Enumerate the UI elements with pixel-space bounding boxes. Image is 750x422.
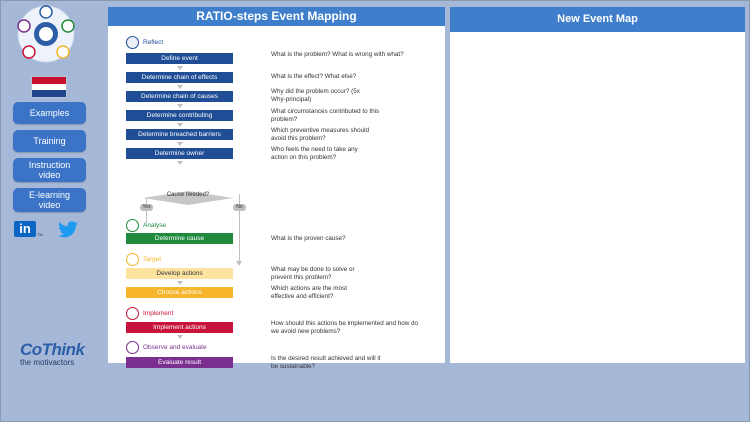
question-choose-actions: Which actions are the most effective and… <box>271 285 347 300</box>
flag-stripe-white <box>32 83 66 91</box>
target-label: Target <box>143 256 162 263</box>
section-implement: Implement <box>126 307 173 320</box>
flow-arrow <box>177 104 183 108</box>
training-button[interactable]: Training <box>13 130 86 152</box>
reflect-icon <box>126 36 139 49</box>
step-chain-of-causes[interactable]: Determine chain of causes <box>126 91 233 102</box>
decision-yes: Yes <box>140 204 153 211</box>
linkedin-tm: TM <box>37 232 43 237</box>
flow-arrow <box>177 142 183 146</box>
question-breached-barriers: Which preventive measures should avoid t… <box>271 127 369 142</box>
event-mapping-panel: RATIO-steps Event Mapping Reflect Define… <box>108 7 445 370</box>
new-event-map-title: New Event Map <box>450 7 745 32</box>
section-target: Target <box>126 253 161 266</box>
step-chain-of-effects[interactable]: Determine chain of effects <box>126 72 233 83</box>
linkedin-icon[interactable]: in TM <box>14 221 43 237</box>
e-learning-video-label: E-learning video <box>28 190 71 210</box>
cothink-logo: CoThink the motivactors <box>20 340 100 367</box>
implement-label: Implement <box>143 310 174 317</box>
question-evaluate-result: Is the desired result achieved and will … <box>271 355 381 370</box>
flag-stripe-red <box>32 77 66 84</box>
e-learning-video-button[interactable]: E-learning video <box>13 188 86 212</box>
question-determine-owner: Who feels the need to take any action on… <box>271 146 358 161</box>
no-branch-arrow <box>236 261 242 266</box>
step-contributing-circumstances[interactable]: Determine contributing circumstances <box>126 110 233 130</box>
question-define-event: What is the problem? What is wrong with … <box>271 51 404 58</box>
examples-button-label: Examples <box>29 108 70 118</box>
observe-label: Observe and evaluate <box>143 344 207 351</box>
step-determine-owner[interactable]: Determine owner <box>126 148 233 159</box>
linkedin-logo: in <box>14 221 36 237</box>
analyse-icon <box>126 219 139 232</box>
implement-icon <box>126 307 139 320</box>
observe-icon <box>126 341 139 354</box>
ratio-logo <box>17 5 75 63</box>
instruction-video-button[interactable]: Instruction video <box>13 158 86 182</box>
question-develop-actions: What may be done to solve or prevent thi… <box>271 266 355 281</box>
question-determine-cause: What is the proven cause? <box>271 235 346 242</box>
analyse-label: Analyse <box>143 222 167 229</box>
panel-title: RATIO-steps Event Mapping <box>108 7 445 26</box>
instruction-video-label: Instruction video <box>28 160 71 180</box>
brand-name: CoThink <box>20 340 85 359</box>
section-reflect: Reflect <box>126 36 163 49</box>
training-button-label: Training <box>33 136 66 146</box>
brand-tagline: the motivactors <box>20 358 75 367</box>
section-observe: Observe and evaluate <box>126 341 207 354</box>
step-implement-actions[interactable]: Implement actions <box>126 322 233 333</box>
step-evaluate-result[interactable]: Evaluate result <box>126 357 233 368</box>
flow-arrow <box>177 335 183 339</box>
question-chain-of-causes: Why did the problem occur? (5x Why-princ… <box>271 88 360 103</box>
step-develop-actions[interactable]: Develop actions <box>126 268 233 279</box>
step-breached-barriers[interactable]: Determine breached barriers <box>126 129 233 140</box>
twitter-icon[interactable] <box>56 221 80 239</box>
target-icon <box>126 253 139 266</box>
examples-button[interactable]: Examples <box>13 102 86 124</box>
flow-arrow <box>177 66 183 70</box>
flag-stripe-blue <box>32 90 66 97</box>
flow-arrow <box>177 123 183 127</box>
section-analyse: Analyse <box>126 219 166 232</box>
flow-arrow <box>177 161 183 165</box>
step-choose-actions[interactable]: Choose actions <box>126 287 233 298</box>
flow-diagram: Reflect Define event What is the problem… <box>108 26 445 370</box>
flow-arrow <box>177 85 183 89</box>
question-chain-of-effects: What is the effect? What else? <box>271 73 357 80</box>
flow-arrow <box>177 281 183 285</box>
new-event-map-panel[interactable]: New Event Map <box>450 7 745 363</box>
reflect-label: Reflect <box>143 39 164 46</box>
question-implement-actions: How should this actions be implemented a… <box>271 320 419 335</box>
language-flag[interactable] <box>31 76 67 98</box>
question-contributing-circumstances: What circumstances contributed to this p… <box>271 108 380 123</box>
step-define-event[interactable]: Define event <box>126 53 233 64</box>
step-determine-cause[interactable]: Determine cause <box>126 233 233 244</box>
decision-no: No <box>233 204 246 211</box>
